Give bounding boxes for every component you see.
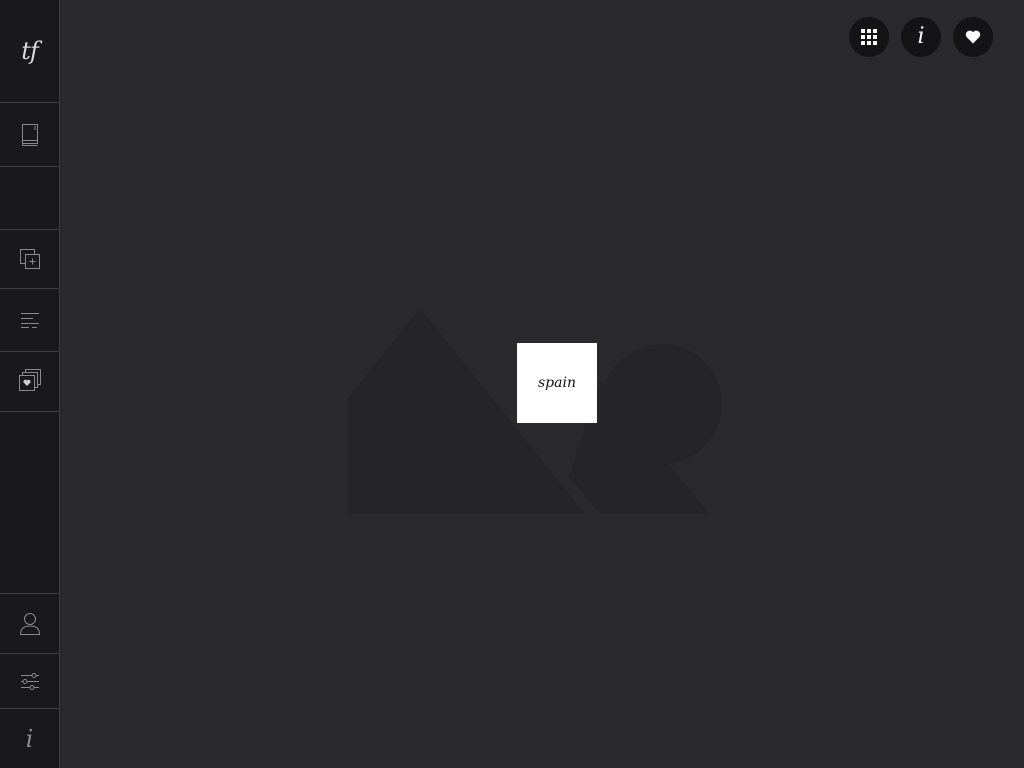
- badge-text: spain: [538, 375, 576, 391]
- sidebar-item-info[interactable]: i: [0, 709, 59, 768]
- text-lines-icon: [20, 313, 39, 328]
- grid-view-button[interactable]: [849, 17, 889, 57]
- info-button[interactable]: i: [901, 17, 941, 57]
- sidebar-item-books[interactable]: [0, 103, 59, 167]
- info-icon: i: [25, 724, 34, 753]
- sidebar-item-add[interactable]: [0, 230, 59, 289]
- sidebar: tf i: [0, 0, 60, 768]
- heart-icon: [965, 30, 981, 44]
- book-icon: [21, 123, 38, 146]
- sidebar-item-empty: [0, 167, 59, 230]
- grid-icon: [861, 29, 877, 45]
- sidebar-item-text[interactable]: [0, 289, 59, 352]
- add-layer-icon: [19, 249, 40, 269]
- logo-text: tf: [21, 37, 39, 65]
- favorite-button[interactable]: [953, 17, 993, 57]
- logo[interactable]: tf: [0, 0, 59, 103]
- sidebar-item-settings[interactable]: [0, 654, 59, 709]
- location-badge[interactable]: spain: [517, 343, 597, 423]
- sliders-icon: [20, 673, 39, 690]
- info-icon: i: [917, 24, 925, 49]
- sidebar-item-profile[interactable]: [0, 593, 59, 654]
- user-icon: [19, 612, 40, 635]
- sidebar-item-favorites[interactable]: [0, 352, 59, 412]
- favorites-stack-icon: [18, 368, 41, 391]
